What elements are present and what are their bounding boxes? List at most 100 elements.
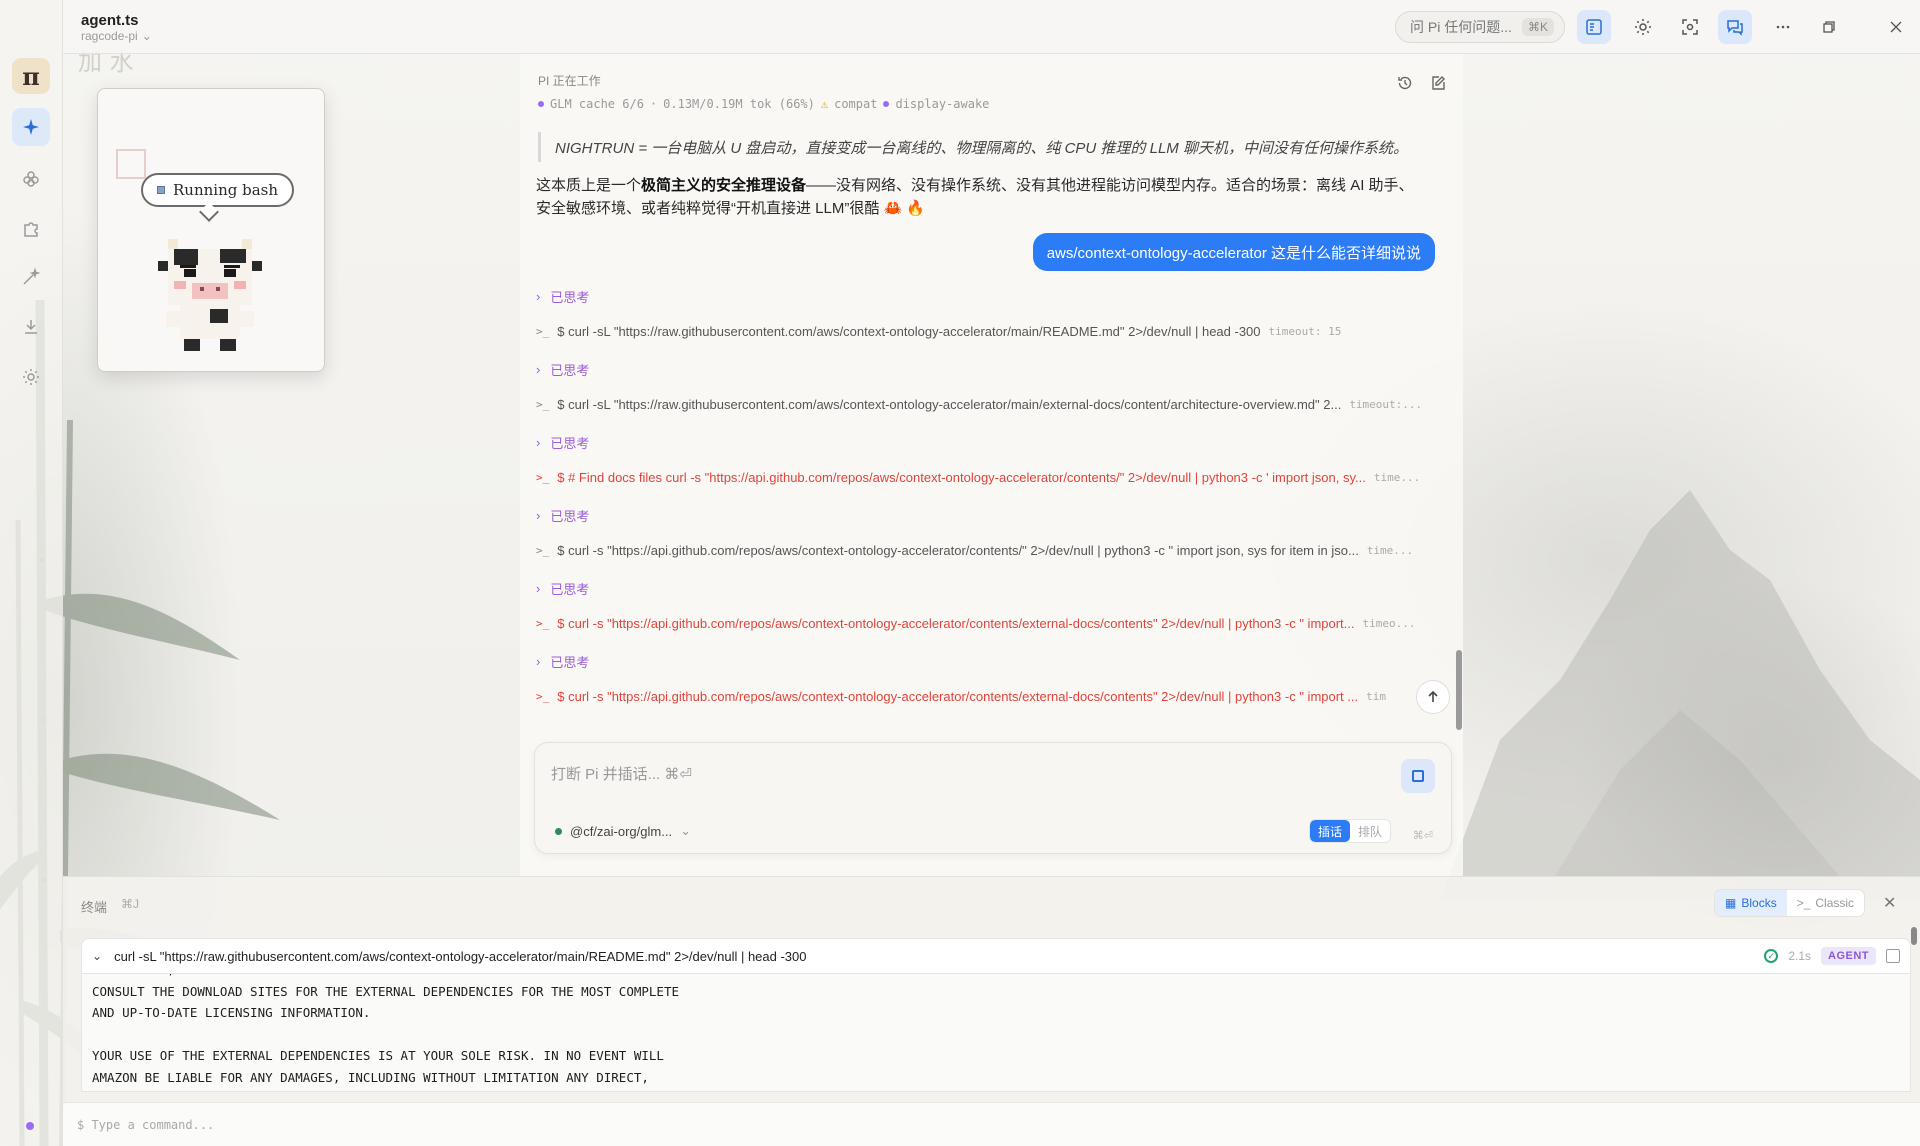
tool-call-command: $ curl -s "https://api.github.com/repos/… — [557, 543, 1359, 558]
tool-call-command: $ curl -sL "https://raw.githubuserconten… — [557, 397, 1342, 412]
chevron-right-icon: › — [536, 362, 541, 377]
check-circle-icon: ✓ — [1764, 949, 1779, 963]
terminal-command-input[interactable]: $ Type a command... — [63, 1102, 1920, 1146]
theme-toggle-button[interactable] — [1626, 10, 1660, 44]
chevron-right-icon: › — [536, 435, 541, 450]
project-selector[interactable]: ragcode-pi ⌄ — [81, 29, 152, 43]
app-logo[interactable]: π — [12, 58, 50, 94]
token-usage: 0.13M/0.19M tok (66%) — [663, 97, 815, 111]
chat-scrollbar[interactable] — [1456, 650, 1462, 730]
command-block-header[interactable]: ⌄ curl -sL "https://raw.githubuserconten… — [81, 938, 1911, 974]
wand-icon[interactable] — [12, 258, 50, 296]
tool-call-row-error[interactable]: >_ $ curl -s "https://api.github.com/repo… — [536, 689, 1396, 704]
warning-icon: ⚠ — [820, 97, 829, 111]
arrow-up-icon — [1428, 690, 1438, 702]
agent-badge: AGENT — [1821, 947, 1876, 965]
project-name: ragcode-pi — [81, 29, 138, 43]
output-line: UP TO DATE, AND AMAZON WILL HAVE NO LIAB… — [92, 974, 679, 984]
compat-flag: compat — [834, 97, 878, 111]
thinking-toggle[interactable]: › 已思考 — [536, 360, 589, 379]
terminal-title: 终端 — [81, 900, 108, 915]
layout-panel-button[interactable] — [1577, 10, 1611, 44]
pet-companion-card[interactable]: Running bash — [97, 88, 325, 372]
session-meta: GLM cache 6/6 · 0.13M/0.19M tok (66%) ⚠ … — [538, 97, 989, 111]
thinking-toggle[interactable]: › 已思考 — [536, 506, 589, 525]
pet-speech-bubble: Running bash — [141, 173, 295, 207]
model-selector[interactable]: @cf/zai-org/glm... ⌄ — [555, 823, 691, 839]
stop-icon — [1412, 770, 1424, 782]
sparkle-icon[interactable] — [12, 108, 50, 146]
status-dot — [26, 1122, 34, 1130]
pet-status-text: Running bash — [173, 181, 279, 199]
message-composer[interactable]: 打断 Pi 并插话... ⌘⏎ @cf/zai-org/glm... ⌄ 插话 … — [534, 742, 1452, 854]
tool-call-row-error[interactable]: >_ $ curl -s "https://api.github.com/repo… — [536, 616, 1436, 631]
chevron-right-icon: › — [536, 654, 541, 669]
send-mode-toggle: 插话 排队 — [1309, 819, 1392, 843]
close-icon[interactable] — [1879, 10, 1913, 44]
terminal-panel: 终端 ⌘J ▦ Blocks >_ Classic ✕ ⌄ curl -sL "ht… — [63, 876, 1920, 1146]
terminal-view-toggle: ▦ Blocks >_ Classic — [1714, 889, 1866, 917]
stop-button[interactable] — [1401, 759, 1435, 793]
command-output: UP TO DATE, AND AMAZON WILL HAVE NO LIAB… — [81, 974, 1911, 1092]
focus-mode-button[interactable] — [1673, 10, 1707, 44]
chevron-down-icon[interactable]: ⌄ — [92, 949, 102, 963]
tool-call-command: $ curl -s "https://api.github.com/repos/… — [557, 689, 1359, 704]
more-options-button[interactable] — [1766, 10, 1800, 44]
thinking-toggle[interactable]: › 已思考 — [536, 579, 589, 598]
download-icon[interactable] — [12, 308, 50, 346]
terminal-header: 终端 ⌘J — [81, 897, 139, 916]
tool-call-row[interactable]: >_ $ curl -sL "https://raw.githubusercont… — [536, 324, 1436, 339]
tab-classic[interactable]: >_ Classic — [1787, 890, 1864, 916]
model-cache: GLM cache 6/6 — [550, 97, 644, 111]
close-icon[interactable]: ✕ — [1883, 893, 1896, 913]
tool-call-command: $ curl -s "https://api.github.com/repos/… — [557, 616, 1355, 631]
output-line: AND UP-TO-DATE LICENSING INFORMATION. — [92, 1005, 371, 1020]
chevron-down-icon: ⌄ — [680, 823, 691, 838]
seal-stamp — [116, 149, 146, 179]
chevron-right-icon: › — [536, 289, 541, 304]
assistant-quote: NIGHTRUN = 一台电脑从 U 盘启动，直接变成一台离线的、物理隔离的、纯… — [538, 132, 1418, 162]
ask-pi-shortcut: ⌘K — [1521, 18, 1554, 36]
flower-icon[interactable] — [12, 160, 50, 198]
tool-call-timeout: timeo... — [1362, 617, 1416, 630]
purple-dot-icon — [883, 101, 890, 107]
tab-blocks[interactable]: ▦ Blocks — [1715, 890, 1787, 916]
terminal-scrollbar[interactable] — [1911, 927, 1917, 945]
window-restore-button[interactable] — [1812, 10, 1846, 44]
composer-input[interactable]: 打断 Pi 并插话... ⌘⏎ — [551, 763, 692, 784]
thinking-toggle[interactable]: › 已思考 — [536, 287, 589, 306]
tab-classic-label: Classic — [1815, 896, 1855, 910]
left-rail: π — [0, 0, 63, 1146]
terminal-prompt-icon: >_ — [1796, 896, 1811, 910]
puzzle-icon[interactable] — [12, 210, 50, 248]
chevron-right-icon: › — [536, 581, 541, 596]
thinking-label: 已思考 — [550, 363, 590, 378]
block-command: curl -sL "https://raw.githubusercontent.… — [114, 948, 807, 964]
output-line: AMAZON BE LIABLE FOR ANY DAMAGES, INCLUD… — [92, 1069, 649, 1085]
file-title: agent.ts — [81, 12, 139, 29]
copy-icon[interactable] — [1886, 949, 1900, 963]
tool-call-row[interactable]: >_ $ curl -s "https://api.github.com/repo… — [536, 543, 1436, 558]
model-name: @cf/zai-org/glm... — [570, 823, 673, 839]
tool-call-timeout: tim — [1366, 690, 1386, 703]
scroll-to-top-button[interactable] — [1416, 680, 1450, 714]
mode-queue[interactable]: 排队 — [1350, 820, 1390, 842]
terminal-prompt-icon: >_ — [536, 617, 550, 630]
display-flag: display-awake — [895, 97, 990, 111]
history-icon[interactable] — [1392, 70, 1418, 96]
para-bold-text: 极简主义的安全推理设备 — [641, 177, 807, 194]
para-text: 这本质上是一个 — [536, 177, 642, 194]
thinking-toggle[interactable]: › 已思考 — [536, 652, 589, 671]
mode-interject[interactable]: 插话 — [1310, 820, 1351, 842]
gear-icon[interactable] — [12, 358, 50, 396]
ask-pi-search[interactable]: 问 Pi 任何问题... ⌘K — [1395, 11, 1565, 43]
send-shortcut: ⌘⏎ — [1412, 830, 1433, 842]
model-status-dot — [555, 827, 562, 835]
tool-call-row[interactable]: >_ $ curl -sL "https://raw.githubusercont… — [536, 397, 1436, 412]
thinking-label: 已思考 — [550, 509, 590, 524]
terminal-prompt-icon: >_ — [536, 325, 550, 338]
thinking-toggle[interactable]: › 已思考 — [536, 433, 589, 452]
edit-icon[interactable] — [1425, 70, 1451, 96]
chat-panel-button[interactable] — [1718, 10, 1752, 44]
tool-call-row-error[interactable]: >_ $ # Find docs files curl -s "https://a… — [536, 470, 1436, 485]
